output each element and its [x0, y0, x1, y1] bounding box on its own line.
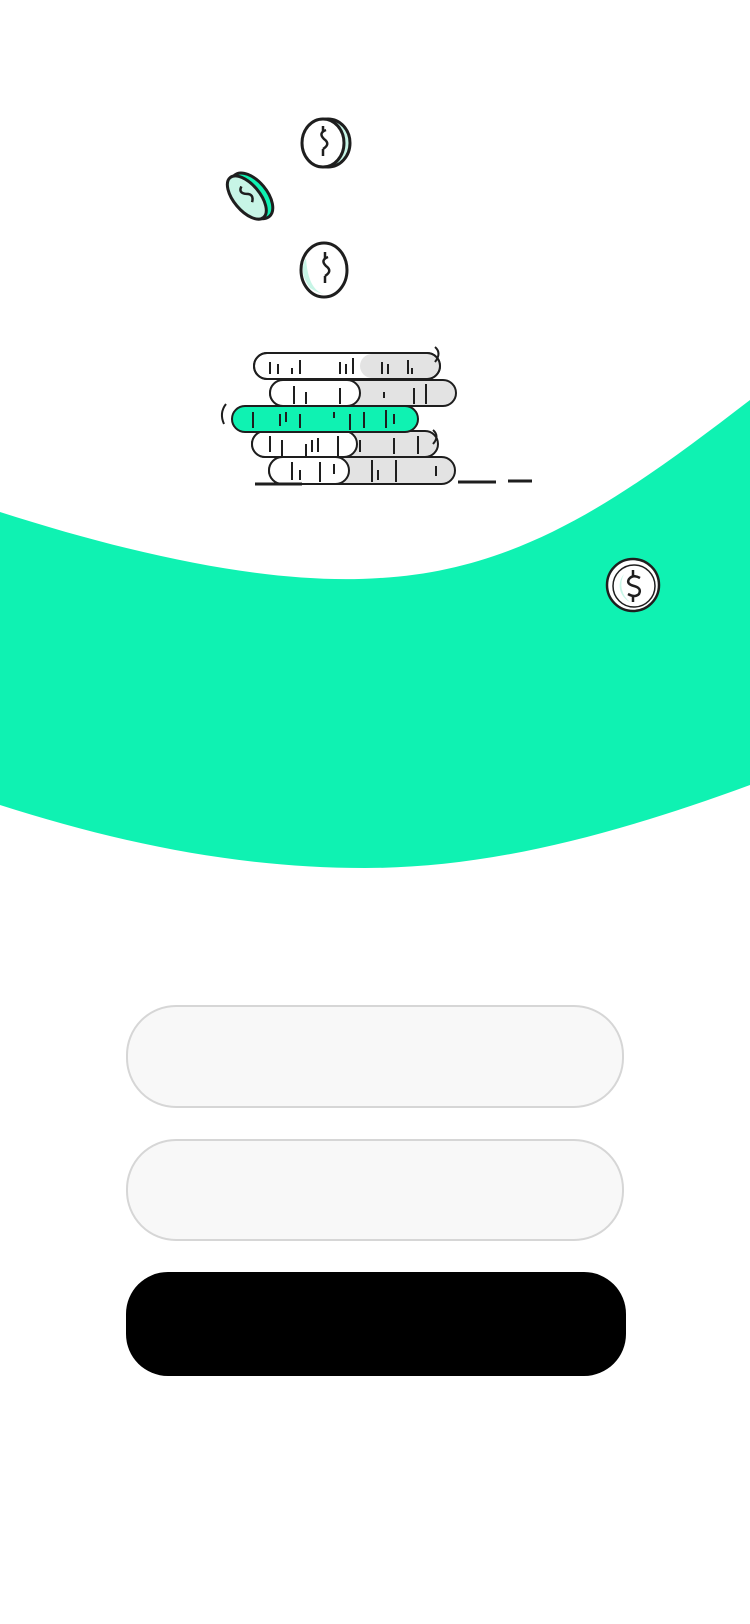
dollar-coin-icon	[605, 557, 661, 613]
falling-coin-icon	[225, 171, 275, 221]
coin-stack-icon	[220, 346, 532, 486]
first-input-field[interactable]	[126, 1005, 624, 1108]
falling-coin-icon	[300, 117, 352, 169]
coin-stack-illustration	[220, 117, 532, 486]
second-input-field[interactable]	[126, 1139, 624, 1241]
submit-button[interactable]	[126, 1272, 626, 1376]
falling-coin-icon	[299, 241, 349, 299]
